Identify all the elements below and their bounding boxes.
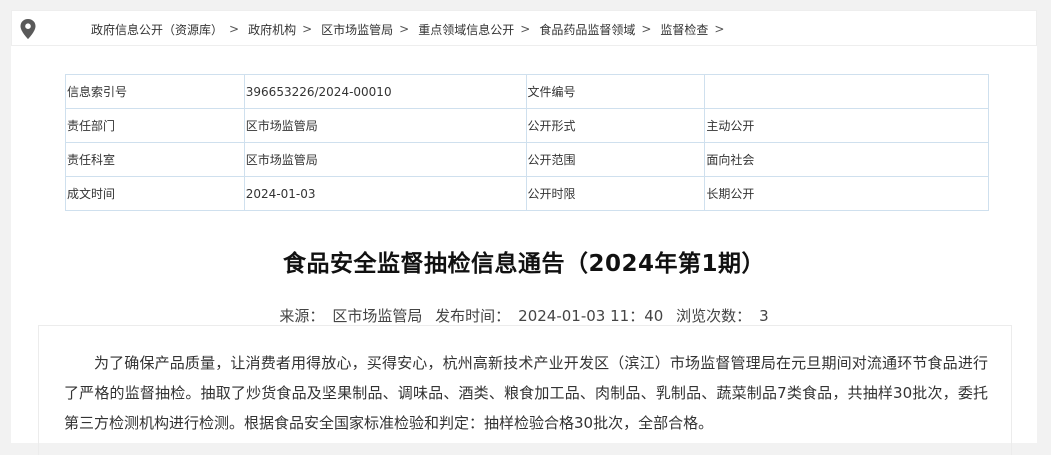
breadcrumb: 政府信息公开（资源库） > 政府机构 > 区市场监管局 > 重点领域信息公开 > 食品药… bbox=[91, 11, 733, 47]
breadcrumb-separator: > bbox=[641, 22, 652, 36]
table-cell-label: 公开时限 bbox=[525, 176, 706, 211]
views-count: 3 bbox=[759, 307, 769, 325]
breadcrumb-item-resource-library[interactable]: 政府信息公开（资源库） bbox=[91, 21, 223, 38]
breadcrumb-item-food-drug[interactable]: 食品药品监督领域 bbox=[539, 21, 635, 38]
table-cell-label: 公开形式 bbox=[525, 108, 706, 143]
table-row: 信息索引号 396653226/2024-00010 文件编号 bbox=[65, 74, 989, 109]
breadcrumb-separator: > bbox=[520, 22, 531, 36]
breadcrumb-separator: > bbox=[399, 22, 410, 36]
table-cell-label: 文件编号 bbox=[525, 74, 706, 109]
breadcrumb-item-inspection[interactable]: 监督检查 bbox=[660, 21, 708, 38]
breadcrumb-separator: > bbox=[229, 22, 240, 36]
info-metadata-table: 信息索引号 396653226/2024-00010 文件编号 责任部门 区市场… bbox=[65, 74, 989, 211]
table-cell-value: 面向社会 bbox=[704, 142, 989, 177]
content-panel: 信息索引号 396653226/2024-00010 文件编号 责任部门 区市场… bbox=[11, 46, 1037, 455]
table-cell-label: 责任部门 bbox=[65, 108, 245, 143]
published-label: 发布时间： bbox=[435, 307, 511, 325]
breadcrumb-separator: > bbox=[714, 22, 725, 36]
map-pin-icon bbox=[20, 19, 36, 39]
table-cell-label: 责任科室 bbox=[65, 142, 245, 177]
breadcrumb-item-key-areas[interactable]: 重点领域信息公开 bbox=[418, 21, 514, 38]
table-cell-value: 区市场监管局 bbox=[243, 108, 527, 143]
breadcrumb-item-market-supervision[interactable]: 区市场监管局 bbox=[321, 21, 393, 38]
table-cell-value: 主动公开 bbox=[704, 108, 989, 143]
breadcrumb-bar: 政府信息公开（资源库） > 政府机构 > 区市场监管局 > 重点领域信息公开 > 食品药… bbox=[11, 10, 1037, 46]
source-label: 来源： bbox=[279, 307, 325, 325]
source-value: 区市场监管局 bbox=[332, 307, 423, 325]
table-cell-label: 成文时间 bbox=[65, 176, 245, 211]
table-cell-value: 396653226/2024-00010 bbox=[243, 74, 527, 109]
article-body: 为了确保产品质量，让消费者用得放心，买得安心，杭州高新技术产业开发区（滨江）市场… bbox=[38, 325, 1012, 455]
table-cell-value: 长期公开 bbox=[704, 176, 989, 211]
article-meta: 来源： 区市场监管局 发布时间： 2024-01-03 11：40 浏览次数： 3 bbox=[11, 305, 1037, 326]
published-value: 2024-01-03 11：40 bbox=[518, 307, 664, 325]
views-label: 浏览次数： bbox=[676, 307, 752, 325]
article-paragraph: 为了确保产品质量，让消费者用得放心，买得安心，杭州高新技术产业开发区（滨江）市场… bbox=[64, 354, 988, 432]
breadcrumb-item-government-agencies[interactable]: 政府机构 bbox=[248, 21, 296, 38]
table-cell-label: 公开范围 bbox=[525, 142, 706, 177]
article-title: 食品安全监督抽检信息通告（2024年第1期） bbox=[282, 251, 766, 277]
table-row: 责任科室 区市场监管局 公开范围 面向社会 bbox=[65, 142, 989, 177]
breadcrumb-separator: > bbox=[302, 22, 313, 36]
table-cell-value bbox=[704, 74, 989, 109]
table-cell-label: 信息索引号 bbox=[65, 74, 245, 109]
table-row: 责任部门 区市场监管局 公开形式 主动公开 bbox=[65, 108, 989, 143]
table-row: 成文时间 2024-01-03 公开时限 长期公开 bbox=[65, 176, 989, 211]
table-cell-value: 区市场监管局 bbox=[243, 142, 527, 177]
table-cell-value: 2024-01-03 bbox=[243, 176, 527, 211]
